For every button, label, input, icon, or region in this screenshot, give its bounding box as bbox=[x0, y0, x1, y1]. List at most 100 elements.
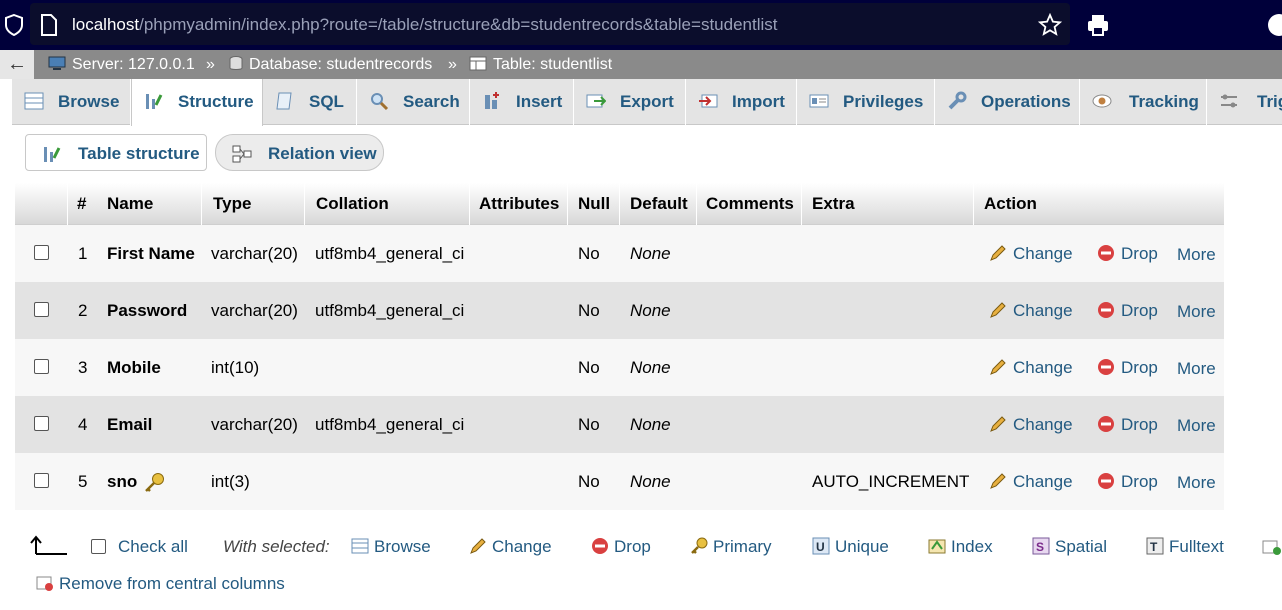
column-extra: AUTO_INCREMENT bbox=[812, 472, 970, 491]
column-null: No bbox=[578, 472, 600, 491]
remove-central-columns-button[interactable]: Remove from central columns bbox=[36, 574, 285, 594]
bulk-unique-button[interactable]: U Unique bbox=[812, 537, 889, 557]
row-checkbox[interactable] bbox=[34, 359, 49, 374]
primary-key-icon bbox=[145, 473, 164, 492]
print-icon[interactable] bbox=[1086, 13, 1110, 37]
change-button[interactable]: Change bbox=[989, 358, 1073, 378]
header-num: # bbox=[77, 194, 87, 213]
column-type: varchar(20) bbox=[211, 301, 298, 320]
header-null[interactable]: Null bbox=[578, 194, 610, 214]
pencil-icon bbox=[990, 416, 1006, 432]
column-default: None bbox=[630, 244, 671, 263]
breadcrumb-database[interactable]: Database: studentrecords bbox=[229, 56, 432, 74]
tab-operations[interactable]: Operations bbox=[935, 79, 1080, 125]
unique-icon: U bbox=[812, 537, 830, 555]
tab-tracking[interactable]: Tracking bbox=[1080, 79, 1207, 125]
tab-privileges-label: Privileges bbox=[843, 92, 924, 111]
column-name: Mobile bbox=[107, 358, 161, 377]
tab-import[interactable]: Import bbox=[686, 79, 797, 125]
header-name[interactable]: Name bbox=[107, 194, 153, 214]
more-dropdown[interactable]: More bbox=[1177, 473, 1216, 493]
more-dropdown[interactable]: More bbox=[1177, 245, 1216, 265]
tab-browse[interactable]: Browse bbox=[12, 79, 131, 125]
more-dropdown[interactable]: More bbox=[1177, 416, 1216, 436]
back-arrow-button[interactable]: ← bbox=[0, 50, 34, 79]
bulk-primary-button[interactable]: Primary bbox=[690, 537, 772, 557]
header-action: Action bbox=[984, 194, 1037, 213]
key-icon bbox=[691, 537, 708, 554]
address-url[interactable]: localhost/phpmyadmin/index.php?route=/ta… bbox=[72, 15, 777, 35]
drop-button[interactable]: Drop bbox=[1097, 244, 1158, 264]
column-null: No bbox=[578, 415, 600, 434]
bulk-browse-button[interactable]: Browse bbox=[351, 537, 431, 557]
row-checkbox[interactable] bbox=[34, 473, 49, 488]
bulk-spatial-button[interactable]: S Spatial bbox=[1032, 537, 1107, 557]
bulk-drop-button[interactable]: Drop bbox=[591, 537, 651, 557]
check-all-checkbox[interactable] bbox=[91, 539, 106, 554]
drop-icon bbox=[592, 538, 608, 554]
row-checkbox[interactable] bbox=[34, 302, 49, 317]
row-num: 5 bbox=[78, 472, 88, 491]
header-extra[interactable]: Extra bbox=[812, 194, 855, 214]
check-all-link[interactable]: Check all bbox=[118, 537, 188, 557]
change-button[interactable]: Change bbox=[989, 415, 1073, 435]
more-dropdown[interactable]: More bbox=[1177, 359, 1216, 379]
drop-button[interactable]: Drop bbox=[1097, 472, 1158, 492]
insert-icon bbox=[485, 92, 499, 109]
bulk-index-button[interactable]: Index bbox=[928, 537, 993, 557]
drop-icon bbox=[1098, 302, 1114, 318]
header-comments[interactable]: Comments bbox=[706, 194, 794, 214]
drop-button[interactable]: Drop bbox=[1097, 301, 1158, 321]
column-name: sno bbox=[107, 472, 138, 491]
tab-search[interactable]: Search bbox=[357, 79, 470, 125]
triggers-icon bbox=[1221, 94, 1237, 108]
add-to-central-columns-icon[interactable] bbox=[1262, 538, 1282, 556]
tab-export[interactable]: Export bbox=[574, 79, 686, 125]
column-default: None bbox=[630, 301, 671, 320]
row-checkbox[interactable] bbox=[34, 416, 49, 431]
row-checkbox[interactable] bbox=[34, 245, 49, 260]
subtab-relation-view[interactable]: Relation view bbox=[215, 134, 384, 171]
remove-central-icon bbox=[36, 576, 53, 591]
bulk-actions-bar: Check all With selected: Browse Change D… bbox=[0, 520, 1282, 610]
header-default[interactable]: Default bbox=[630, 194, 688, 214]
tab-privileges[interactable]: Privileges bbox=[797, 79, 935, 125]
table-row: 1 First Name varchar(20) utf8mb4_general_ci… bbox=[15, 225, 1224, 282]
row-num: 2 bbox=[78, 301, 88, 320]
tab-triggers[interactable]: Trig bbox=[1207, 79, 1282, 125]
pencil-icon bbox=[990, 473, 1006, 489]
header-type[interactable]: Type bbox=[213, 194, 251, 214]
drop-icon bbox=[1098, 473, 1114, 489]
drop-icon bbox=[1098, 359, 1114, 375]
tab-sql[interactable]: SQL bbox=[263, 79, 357, 125]
bulk-change-button[interactable]: Change bbox=[469, 537, 552, 557]
bulk-fulltext-button[interactable]: T Fulltext bbox=[1146, 537, 1224, 557]
drop-button[interactable]: Drop bbox=[1097, 415, 1158, 435]
header-collation[interactable]: Collation bbox=[316, 194, 389, 214]
structure-icon bbox=[146, 94, 163, 109]
change-button[interactable]: Change bbox=[989, 244, 1073, 264]
shield-icon[interactable] bbox=[4, 14, 24, 36]
column-name: First Name bbox=[107, 244, 195, 263]
header-attributes[interactable]: Attributes bbox=[479, 194, 559, 214]
tab-import-label: Import bbox=[732, 92, 785, 111]
star-icon[interactable] bbox=[1038, 13, 1062, 37]
change-button[interactable]: Change bbox=[989, 301, 1073, 321]
search-icon bbox=[371, 93, 389, 111]
tab-structure[interactable]: Structure bbox=[131, 79, 263, 126]
tab-insert[interactable]: Insert bbox=[470, 79, 574, 125]
subtab-relation-view-label: Relation view bbox=[268, 144, 377, 163]
subtab-table-structure[interactable]: Table structure bbox=[25, 134, 207, 171]
breadcrumb-table[interactable]: Table: studentlist bbox=[469, 56, 612, 74]
breadcrumb-server[interactable]: Server: 127.0.0.1 bbox=[48, 56, 195, 74]
profile-icon[interactable] bbox=[1268, 14, 1282, 36]
drop-button[interactable]: Drop bbox=[1097, 358, 1158, 378]
main-tabs: Browse Structure SQL Search Insert Expor… bbox=[12, 79, 1282, 126]
column-null: No bbox=[578, 244, 600, 263]
change-button[interactable]: Change bbox=[989, 472, 1073, 492]
column-type: varchar(20) bbox=[211, 415, 298, 434]
more-dropdown[interactable]: More bbox=[1177, 302, 1216, 322]
drop-icon bbox=[1098, 245, 1114, 261]
import-icon bbox=[699, 94, 718, 108]
page-info-icon[interactable] bbox=[40, 14, 58, 36]
